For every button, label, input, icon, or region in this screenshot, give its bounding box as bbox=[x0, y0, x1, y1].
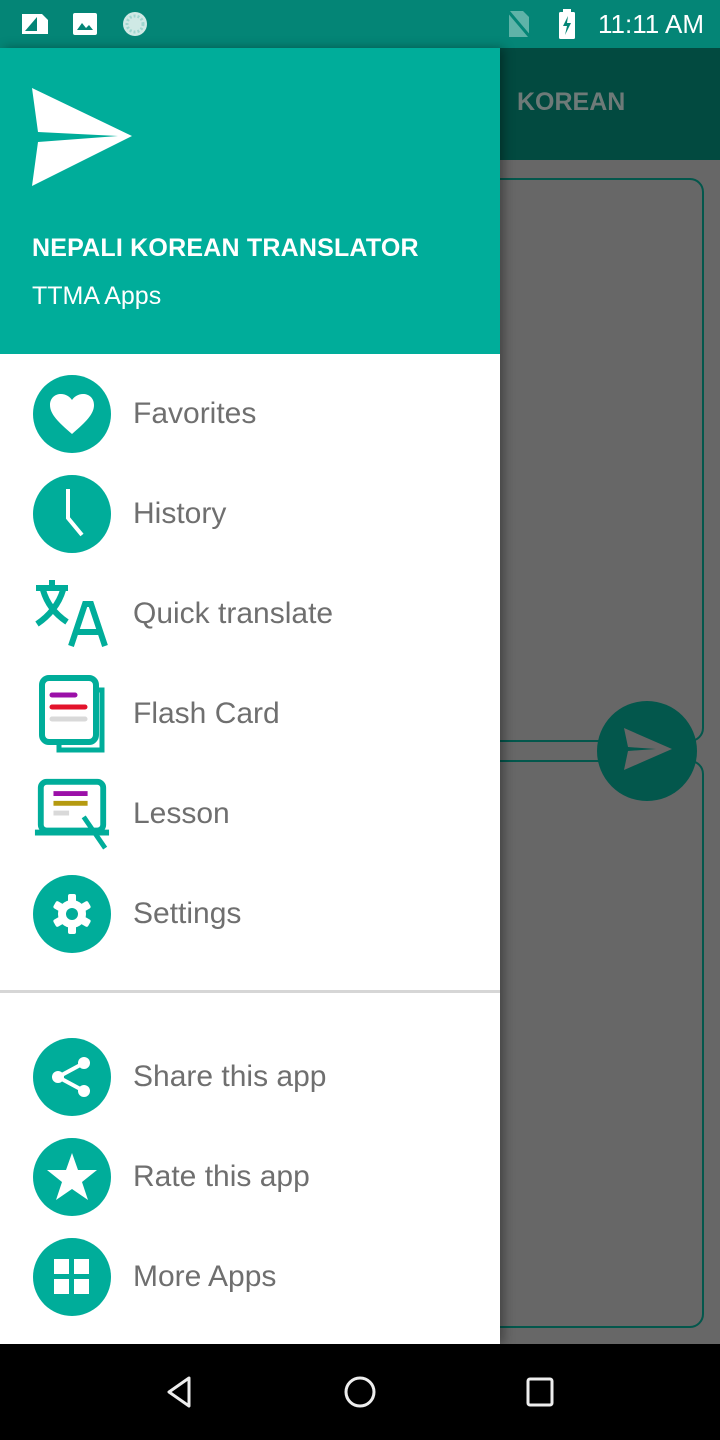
menu-divider bbox=[0, 990, 500, 993]
heart-icon bbox=[33, 375, 111, 453]
target-language-tab[interactable]: KOREAN bbox=[517, 88, 625, 117]
menu-label: Share this app bbox=[133, 1060, 327, 1093]
star-icon bbox=[33, 1138, 111, 1216]
app-publisher: TTMA Apps bbox=[32, 282, 162, 310]
menu-item-more-apps[interactable]: More Apps bbox=[0, 1227, 500, 1327]
secondary-menu: Share this app Rate this app More Apps bbox=[0, 1027, 500, 1327]
menu-label: Quick translate bbox=[133, 597, 334, 630]
battery-charging-icon bbox=[550, 9, 584, 39]
menu-label: Flash Card bbox=[133, 697, 280, 730]
menu-label: Settings bbox=[133, 897, 242, 930]
translate-button[interactable] bbox=[597, 701, 697, 801]
share-icon bbox=[33, 1038, 111, 1116]
send-icon bbox=[620, 726, 674, 777]
menu-item-quick-translate[interactable]: Quick translate bbox=[0, 564, 500, 664]
back-button[interactable] bbox=[160, 1372, 200, 1412]
no-sim-icon bbox=[502, 10, 536, 38]
menu-label: Favorites bbox=[133, 397, 257, 430]
app-title: NEPALI KOREAN TRANSLATOR bbox=[32, 234, 419, 262]
clock-icon bbox=[33, 475, 111, 553]
system-nav-bar bbox=[0, 1344, 720, 1440]
flash-card-icon bbox=[33, 675, 111, 753]
paper-plane-icon bbox=[30, 86, 134, 195]
loading-icon bbox=[118, 10, 152, 38]
status-bar: 11:11 AM bbox=[0, 0, 720, 48]
home-button[interactable] bbox=[340, 1372, 380, 1412]
menu-item-flash-card[interactable]: Flash Card bbox=[0, 664, 500, 764]
recents-button[interactable] bbox=[520, 1372, 560, 1412]
image-icon bbox=[68, 10, 102, 38]
menu-label: History bbox=[133, 497, 227, 530]
gear-icon bbox=[33, 875, 111, 953]
menu-item-lesson[interactable]: Lesson bbox=[0, 764, 500, 864]
back-icon bbox=[167, 1376, 191, 1408]
menu-item-rate[interactable]: Rate this app bbox=[0, 1127, 500, 1227]
home-icon bbox=[344, 1376, 376, 1408]
menu-label: More Apps bbox=[133, 1260, 277, 1293]
lesson-icon bbox=[33, 775, 111, 853]
status-time: 11:11 AM bbox=[598, 8, 704, 39]
translate-icon bbox=[33, 575, 111, 653]
menu-label: Lesson bbox=[133, 797, 230, 830]
grid-icon bbox=[33, 1238, 111, 1316]
drawer-header: NEPALI KOREAN TRANSLATOR TTMA Apps bbox=[0, 48, 500, 354]
sim-card-icon bbox=[18, 10, 52, 38]
navigation-drawer: NEPALI KOREAN TRANSLATOR TTMA Apps Favor… bbox=[0, 48, 500, 1344]
menu-item-history[interactable]: History bbox=[0, 464, 500, 564]
menu-label: Rate this app bbox=[133, 1160, 310, 1193]
menu-item-favorites[interactable]: Favorites bbox=[0, 364, 500, 464]
menu-item-share[interactable]: Share this app bbox=[0, 1027, 500, 1127]
menu-item-settings[interactable]: Settings bbox=[0, 864, 500, 964]
recents-icon bbox=[526, 1377, 554, 1407]
primary-menu: Favorites History Quick translate Flash … bbox=[0, 364, 500, 964]
